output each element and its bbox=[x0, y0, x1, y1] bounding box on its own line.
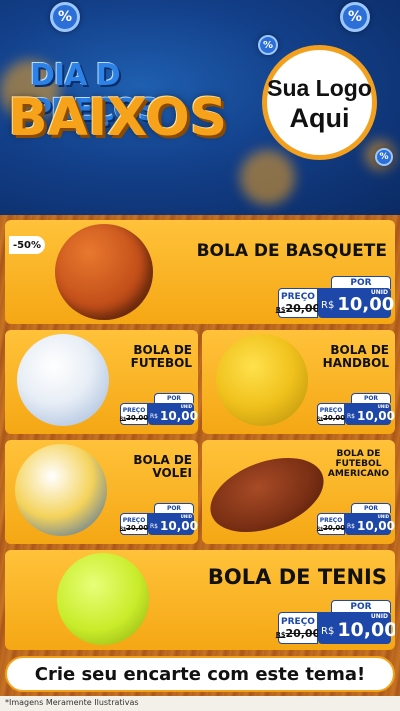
new-price-box: R$ 10,00 UNID bbox=[318, 612, 395, 644]
percent-badge-icon: % bbox=[258, 35, 278, 55]
cta-text: Crie seu encarte com este tema! bbox=[34, 663, 366, 685]
price-bar: PREÇO R$20,00 R$ 10,00 UNID bbox=[120, 513, 198, 535]
product-name: BOLA DE VOLEI bbox=[133, 453, 192, 481]
por-label: POR bbox=[154, 503, 194, 513]
unit-label: UNID bbox=[370, 289, 388, 296]
por-label: POR bbox=[351, 503, 391, 513]
currency: R$ bbox=[150, 413, 158, 420]
basketball-image bbox=[55, 224, 153, 320]
cta-banner: Crie seu encarte com este tema! bbox=[5, 656, 395, 692]
price-value: 10,00 bbox=[357, 409, 395, 423]
tennis-ball-image bbox=[57, 553, 149, 645]
unit-label: UNID bbox=[377, 404, 389, 409]
discount-badge: -50% bbox=[9, 236, 45, 254]
price-bar: PREÇO R$20,00 R$ 10,00 UNID bbox=[275, 612, 395, 644]
old-price: R$20,00 bbox=[316, 523, 346, 532]
price-bar: PREÇO R$20,00 R$ 10,00 UNID bbox=[317, 403, 395, 425]
currency: R$ bbox=[321, 626, 335, 637]
price-bar: PREÇO R$20,00 R$ 10,00 UNID bbox=[317, 513, 395, 535]
price-value: 10,00 bbox=[160, 409, 198, 423]
product-card-futebol-americano: BOLA DE FUTEBOL AMERICANO POR PREÇO R$20,0… bbox=[202, 440, 395, 544]
price-tag: POR PREÇO R$20,00 R$ 10,00 UNID bbox=[317, 393, 395, 425]
old-price-box: PREÇO R$20,00 bbox=[317, 403, 345, 425]
soccer-ball-image bbox=[17, 334, 109, 426]
price-tag: POR PREÇO R$20,00 R$ 10,00 UNID bbox=[120, 393, 198, 425]
headline: DIA D PREÇOS BAIXOS bbox=[8, 58, 253, 163]
header-banner: % % % % DIA D PREÇOS BAIXOS Sua Logo Aqu… bbox=[0, 0, 400, 215]
new-price-box: R$ 10,00 UNID bbox=[318, 288, 395, 318]
footnote: *Imagens Meramente Ilustrativas bbox=[5, 698, 139, 707]
preco-label: PREÇO bbox=[281, 616, 315, 627]
old-price: R$20,00 bbox=[119, 413, 149, 422]
price-bar: PREÇO R$20,00 R$ 10,00 UNID bbox=[120, 403, 198, 425]
product-card-handbol: BOLA DE HANDBOL POR PREÇO R$20,00 R$ 10,0… bbox=[202, 330, 395, 434]
old-price: R$20,00 bbox=[119, 523, 149, 532]
old-price-box: PREÇO R$20,00 bbox=[275, 612, 321, 644]
price-value: 10,00 bbox=[337, 619, 395, 641]
price-value: 10,00 bbox=[160, 519, 198, 533]
preco-label: PREÇO bbox=[122, 516, 146, 524]
old-price-box: PREÇO R$20,00 bbox=[120, 513, 148, 535]
product-card-volei: BOLA DE VOLEI POR PREÇO R$20,00 R$ 10,00 … bbox=[5, 440, 198, 544]
new-price-box: R$ 10,00 UNID bbox=[148, 513, 198, 535]
old-price-box: PREÇO R$20,00 bbox=[317, 513, 345, 535]
product-card-futebol: BOLA DE FUTEBOL POR PREÇO R$20,00 R$ 10,0… bbox=[5, 330, 198, 434]
unit-label: UNID bbox=[370, 613, 388, 620]
por-label: POR bbox=[351, 393, 391, 403]
preco-label: PREÇO bbox=[281, 291, 315, 302]
currency: R$ bbox=[347, 413, 355, 420]
old-price-box: PREÇO R$20,00 bbox=[120, 403, 148, 425]
price-tag: POR PREÇO R$20,00 R$ 10,00 UNID bbox=[275, 600, 395, 644]
product-name: BOLA DE FUTEBOL bbox=[130, 343, 192, 371]
preco-label: PREÇO bbox=[319, 516, 343, 524]
currency: R$ bbox=[150, 523, 158, 530]
product-name: BOLA DE HANDBOL bbox=[322, 343, 389, 371]
new-price-box: R$ 10,00 UNID bbox=[345, 403, 395, 425]
unit-label: UNID bbox=[180, 514, 192, 519]
product-card-tenis: BOLA DE TENIS POR PREÇO R$20,00 R$ 10,00… bbox=[5, 550, 395, 650]
logo-line-2: Aqui bbox=[289, 102, 350, 133]
old-price: R$20,00 bbox=[275, 626, 321, 640]
handball-image bbox=[216, 334, 308, 426]
product-card-basquete: -50% BOLA DE BASQUETE POR PREÇO R$20,00 … bbox=[5, 220, 395, 324]
currency: R$ bbox=[347, 523, 355, 530]
new-price-box: R$ 10,00 UNID bbox=[345, 513, 395, 535]
unit-label: UNID bbox=[180, 404, 192, 409]
price-bar: PREÇO R$20,00 R$ 10,00 UNID bbox=[275, 288, 395, 318]
por-label: POR bbox=[154, 393, 194, 403]
product-name: BOLA DE TENIS bbox=[207, 565, 387, 589]
preco-label: PREÇO bbox=[122, 406, 146, 414]
unit-label: UNID bbox=[377, 514, 389, 519]
percent-badge-icon: % bbox=[50, 2, 80, 32]
logo-line-1: Sua Logo bbox=[267, 74, 372, 101]
product-name: BOLA DE FUTEBOL AMERICANO bbox=[327, 449, 389, 479]
old-price: R$20,00 bbox=[316, 413, 346, 422]
price-tag: POR PREÇO R$20,00 R$ 10,00 UNID bbox=[120, 503, 198, 535]
preco-label: PREÇO bbox=[319, 406, 343, 414]
product-name: BOLA DE BASQUETE bbox=[196, 241, 387, 261]
american-football-image bbox=[202, 443, 334, 544]
percent-badge-icon: % bbox=[340, 2, 370, 32]
old-price: R$20,00 bbox=[275, 301, 321, 315]
old-price-box: PREÇO R$20,00 bbox=[275, 288, 321, 318]
volleyball-image bbox=[15, 444, 107, 536]
currency: R$ bbox=[321, 300, 335, 311]
logo-placeholder: Sua Logo Aqui bbox=[262, 45, 377, 160]
flyer: % % % % DIA D PREÇOS BAIXOS Sua Logo Aqu… bbox=[0, 0, 400, 711]
headline-main: BAIXOS bbox=[8, 88, 228, 148]
percent-badge-icon: % bbox=[375, 148, 393, 166]
price-value: 10,00 bbox=[357, 519, 395, 533]
price-tag: POR PREÇO R$20,00 R$ 10,00 UNID bbox=[317, 503, 395, 535]
new-price-box: R$ 10,00 UNID bbox=[148, 403, 198, 425]
price-tag: POR PREÇO R$20,00 R$ 10,00 UNID bbox=[275, 276, 395, 318]
price-value: 10,00 bbox=[337, 294, 395, 315]
